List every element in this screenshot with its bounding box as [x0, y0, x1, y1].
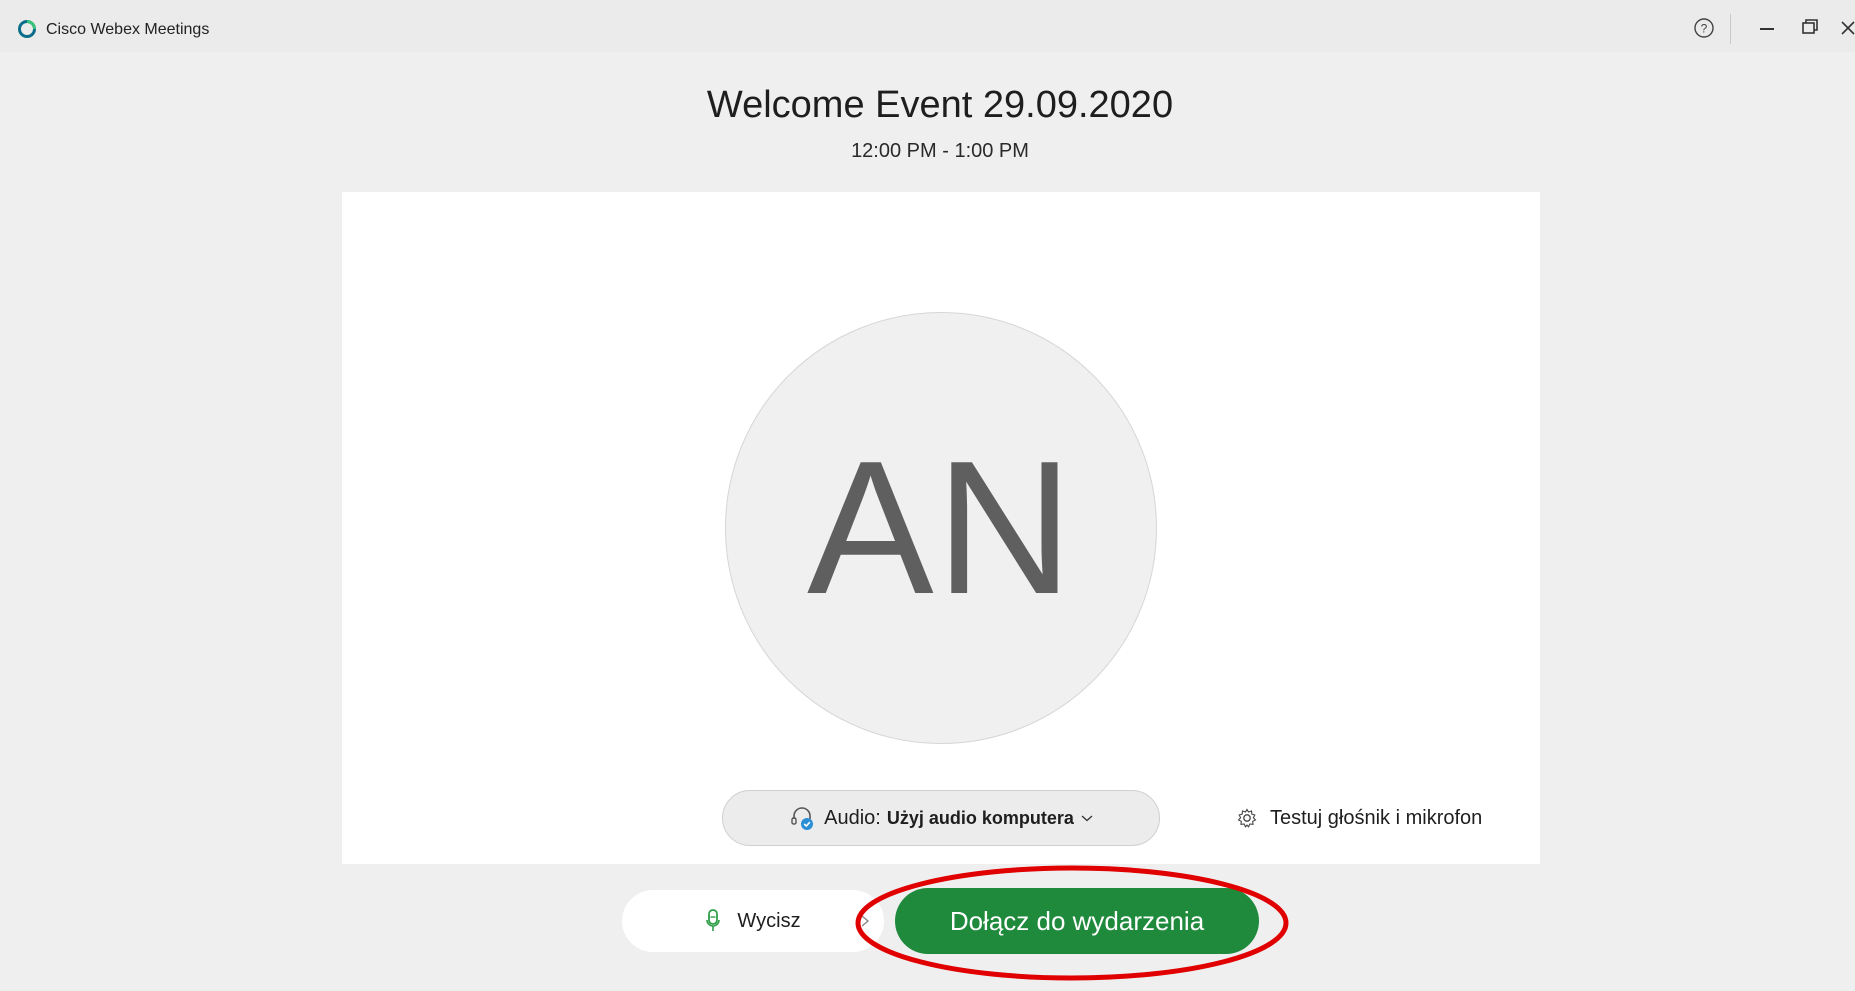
titlebar-separator [1730, 14, 1731, 44]
audio-prefix-label: Audio: [824, 806, 881, 829]
mute-options-chevron-icon[interactable] [858, 914, 874, 928]
audio-selected-value: Użyj audio komputera [886, 807, 1074, 828]
chevron-down-icon [1081, 815, 1093, 822]
svg-text:?: ? [1701, 22, 1708, 36]
test-speaker-mic-link[interactable]: Testuj głośnik i mikrofon [1236, 802, 1482, 834]
help-icon[interactable]: ? [1692, 16, 1716, 40]
title-bar: Cisco Webex Meetings ? [0, 0, 1855, 52]
join-event-button[interactable]: Dołącz do wydarzenia [895, 888, 1259, 954]
headset-icon [791, 807, 814, 830]
minimize-icon[interactable] [1752, 16, 1782, 40]
microphone-icon [706, 909, 721, 931]
gear-icon [1237, 808, 1257, 828]
video-preview-panel: AN Audio: Użyj audio komputera Testuj gł… [342, 192, 1540, 864]
meeting-time: 12:00 PM - 1:00 PM [851, 140, 1029, 162]
meeting-title: Welcome Event 29.09.2020 [706, 84, 1174, 126]
webex-window: Cisco Webex Meetings ? Welcome Event 29.… [0, 0, 1855, 991]
webex-logo-icon [18, 20, 36, 38]
app-title: Cisco Webex Meetings [46, 21, 210, 38]
restore-icon[interactable] [1796, 14, 1824, 40]
avatar: AN [725, 312, 1157, 744]
mute-button[interactable]: Wycisz [622, 890, 884, 952]
audio-connection-dropdown[interactable]: Audio: Użyj audio komputera [722, 790, 1160, 846]
test-speaker-mic-label: Testuj głośnik i mikrofon [1270, 806, 1483, 829]
avatar-initials: AN [807, 422, 1075, 634]
mute-label: Wycisz [737, 909, 801, 932]
join-label: Dołącz do wydarzenia [949, 905, 1205, 936]
close-icon[interactable] [1838, 14, 1855, 40]
